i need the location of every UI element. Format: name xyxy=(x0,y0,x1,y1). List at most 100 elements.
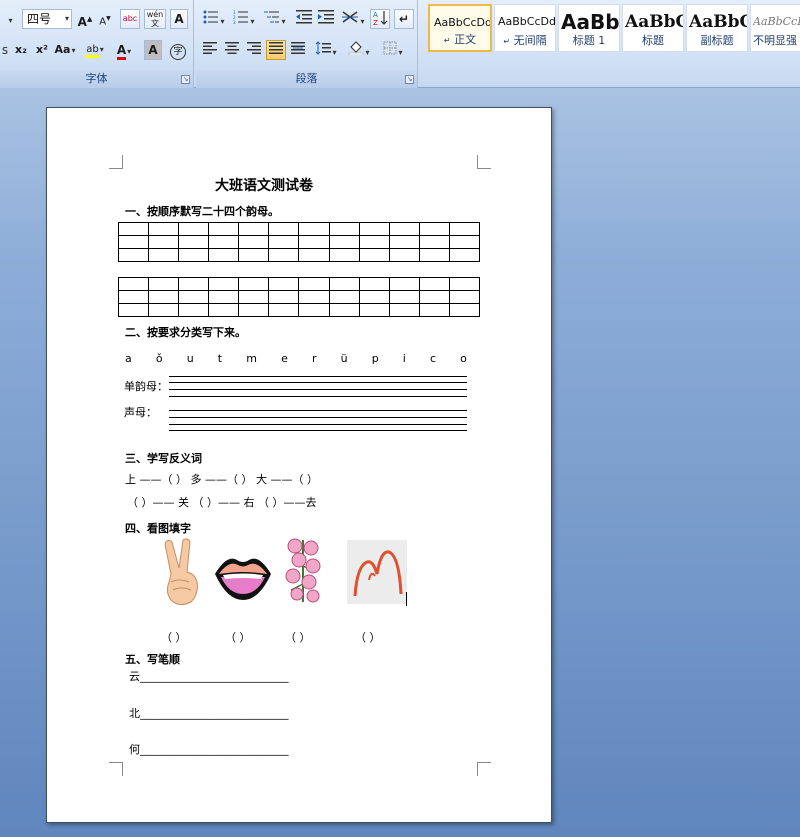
bullets-button[interactable]: ▾ xyxy=(200,9,228,29)
text-direction-icon xyxy=(342,11,359,23)
strikethrough-button[interactable]: s xyxy=(0,40,10,60)
stroke-order-line-3: 何___________________________ xyxy=(129,743,289,756)
document-title: 大班语文测试卷 xyxy=(215,178,313,194)
grow-font-button[interactable]: A▲ xyxy=(76,9,94,29)
decrease-indent-button[interactable] xyxy=(294,9,314,29)
subscript-button[interactable]: x₂ xyxy=(10,40,32,60)
align-center-button[interactable] xyxy=(222,40,242,60)
char-border-button[interactable]: A xyxy=(170,9,188,29)
antonym-row-1: 上 ——（ ） 多 ——（ ） 大 ——（ ） xyxy=(125,473,318,486)
align-right-button[interactable] xyxy=(244,40,264,60)
font-color-button[interactable]: A▾ xyxy=(110,40,138,60)
writing-line xyxy=(169,410,467,411)
font-size-combo[interactable]: 四号 ▾ xyxy=(22,9,72,29)
victory-hand-image xyxy=(164,538,198,606)
char-shading-button[interactable]: A xyxy=(144,40,162,60)
numbering-button[interactable]: 1 2 3 ▾ xyxy=(230,9,258,29)
pinyin-letters: a ǒ u t m e r ü p i c o xyxy=(125,352,467,365)
writing-line xyxy=(169,389,467,390)
style-heading-1-name: 标题 1 xyxy=(572,34,606,47)
picture-blank-2: （ ） xyxy=(225,631,251,644)
numbering-icon: 1 2 3 xyxy=(233,10,249,25)
section-5-heading: 五、写笔顺 xyxy=(125,653,180,666)
enclose-char-button[interactable]: 字 xyxy=(168,40,188,60)
line-spacing-button[interactable]: ▾ xyxy=(312,40,340,60)
antonym-row-2: （ ）—— 关 （ ）—— 右 （ ）——去 xyxy=(127,496,317,509)
align-left-button[interactable] xyxy=(200,40,220,60)
single-vowel-label: 单韵母： xyxy=(124,380,168,393)
stroke-order-line-1: 云___________________________ xyxy=(129,670,289,683)
section-1-heading: 一、按顺序默写二十四个韵母。 xyxy=(125,205,279,218)
document-page[interactable]: 大班语文测试卷 一、按顺序默写二十四个韵母。 二、按要求分类写下来。 a ǒ u… xyxy=(46,107,552,823)
font-dialog-launcher[interactable]: ↘ xyxy=(181,75,190,84)
section-2-heading: 二、按要求分类写下来。 xyxy=(125,326,246,339)
distributed-button[interactable] xyxy=(288,40,308,60)
text-direction-button[interactable]: ▾ xyxy=(338,9,368,29)
svg-text:A: A xyxy=(373,11,378,19)
line-spacing-icon xyxy=(316,41,332,55)
writing-line xyxy=(169,382,467,383)
initial-label: 声母： xyxy=(124,406,157,419)
paint-bucket-icon xyxy=(349,41,364,56)
paragraph-dialog-launcher[interactable]: ↘ xyxy=(405,75,414,84)
letter: u xyxy=(186,352,194,365)
style-subtle-emphasis[interactable]: AaBbCcDd 不明显强 xyxy=(750,4,800,52)
stroke-order-line-2: 北___________________________ xyxy=(129,707,289,720)
align-center-icon xyxy=(225,42,239,54)
style-subtitle[interactable]: AaBbC 副标题 xyxy=(686,4,748,52)
phonetic-guide-button[interactable]: wén 文 xyxy=(144,9,166,29)
style-normal-name: 正文 xyxy=(454,33,477,46)
section-4-heading: 四、看图填字 xyxy=(125,522,191,535)
style-title[interactable]: AaBbC 标题 xyxy=(622,4,684,52)
svg-text:3: 3 xyxy=(233,20,236,24)
font-group-label: 字体 xyxy=(0,70,193,88)
letter: t xyxy=(217,352,223,365)
letter: ǒ xyxy=(155,352,163,365)
picture-blank-3: （ ） xyxy=(285,631,311,644)
writing-line xyxy=(169,376,467,377)
style-normal[interactable]: AaBbCcDd ↵ 正文 xyxy=(428,4,492,52)
decrease-indent-icon xyxy=(296,10,312,24)
superscript-button[interactable]: x² xyxy=(32,40,52,60)
crop-mark-top-left xyxy=(109,155,123,169)
highlight-color-button[interactable]: ab▾ xyxy=(82,40,108,60)
clear-format-button[interactable]: abc xyxy=(120,9,140,29)
styles-gallery: AaBbCcDd ↵ 正文 AaBbCcDd ↵ 无间隔 AaBb 标题 1 A… xyxy=(422,0,800,70)
sort-button[interactable]: AZ xyxy=(370,9,390,29)
letter: r xyxy=(311,352,317,365)
style-no-spacing[interactable]: AaBbCcDd ↵ 无间隔 xyxy=(494,4,556,52)
justify-button[interactable] xyxy=(266,40,286,60)
text-cursor xyxy=(406,592,407,606)
letter: a xyxy=(125,352,132,365)
shrink-font-button[interactable]: A▼ xyxy=(96,9,114,29)
picture-blank-1: （ ） xyxy=(161,631,187,644)
borders-icon xyxy=(383,41,397,55)
writing-line xyxy=(169,430,467,431)
style-no-spacing-name: 无间隔 xyxy=(513,34,547,47)
style-heading-1[interactable]: AaBb 标题 1 xyxy=(558,4,620,52)
distributed-icon xyxy=(291,42,305,54)
multilevel-list-icon xyxy=(264,11,280,23)
letter: p xyxy=(371,352,379,365)
lips-image xyxy=(215,558,271,600)
section-3-heading: 三、学写反义词 xyxy=(125,452,202,465)
mountain-strokes-image xyxy=(347,540,407,604)
letter: ü xyxy=(340,352,348,365)
paragraph-group: ▾ 1 2 3 ▾ ▾ ▾ A Z ↵ ▾ ▾ ▾ 段落 ↘ xyxy=(196,0,418,88)
font-name-dropdown[interactable]: ▾ xyxy=(0,9,20,29)
borders-button[interactable]: ▾ xyxy=(378,40,408,60)
show-marks-button[interactable]: ↵ xyxy=(394,9,414,29)
font-size-value: 四号 xyxy=(27,12,52,26)
increase-indent-button[interactable] xyxy=(316,9,336,29)
align-left-icon xyxy=(203,42,217,54)
bullets-icon xyxy=(203,10,219,24)
multilevel-list-button[interactable]: ▾ xyxy=(260,9,290,29)
paragraph-group-label: 段落 xyxy=(196,70,417,88)
flower-image xyxy=(285,538,321,603)
shading-button[interactable]: ▾ xyxy=(344,40,374,60)
style-subtle-emphasis-name: 不明显强 xyxy=(753,34,797,47)
justify-icon xyxy=(269,42,283,54)
vowel-grid-2 xyxy=(117,277,481,317)
change-case-button[interactable]: Aa▾ xyxy=(52,40,78,60)
style-subtitle-name: 副标题 xyxy=(700,34,734,47)
